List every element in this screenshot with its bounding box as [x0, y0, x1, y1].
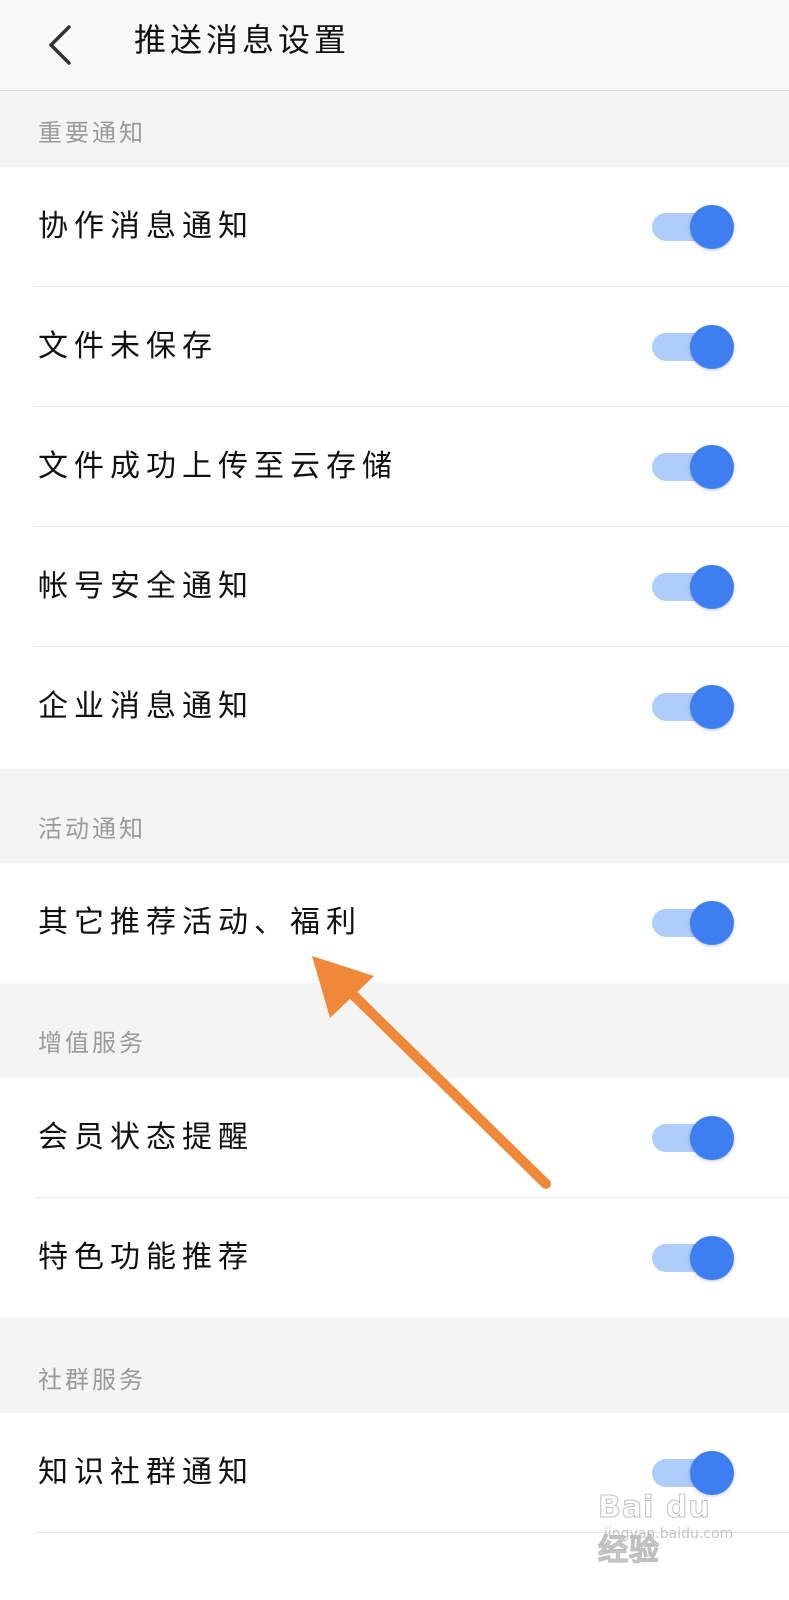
baidu-jingyan-watermark: Bai du 经验 jingyan.baidu.com [590, 1488, 740, 1569]
section-important: 协作消息通知 文件未保存 文件成功上传至云存储 帐号安全通知 企业消息通知 [0, 167, 789, 769]
annotation-arrow-icon [312, 956, 551, 1189]
toggle-switch[interactable] [652, 901, 734, 945]
section-header-activity: 活动通知 [0, 769, 789, 863]
toggle-switch[interactable] [652, 445, 734, 489]
setting-label: 协作消息通知 [38, 209, 254, 244]
watermark-sub: jingyan.baidu.com [604, 1526, 734, 1542]
setting-row-account-security[interactable]: 帐号安全通知 [0, 527, 789, 647]
setting-label: 特色功能推荐 [38, 1240, 254, 1275]
toggle-switch[interactable] [652, 205, 734, 249]
toggle-switch[interactable] [652, 1236, 734, 1280]
section-header-community: 社群服务 [0, 1318, 789, 1413]
setting-label: 文件未保存 [38, 329, 218, 364]
toggle-switch[interactable] [652, 1116, 734, 1160]
setting-label: 文件成功上传至云存储 [38, 449, 398, 484]
chevron-left-icon [49, 25, 71, 65]
section-label: 重要通知 [38, 119, 146, 147]
setting-row-file-uploaded[interactable]: 文件成功上传至云存储 [0, 407, 789, 527]
toggle-switch[interactable] [652, 565, 734, 609]
toggle-switch[interactable] [652, 325, 734, 369]
setting-label: 其它推荐活动、福利 [38, 905, 362, 940]
section-label: 活动通知 [38, 815, 146, 843]
toggle-switch[interactable] [652, 685, 734, 729]
setting-label: 会员状态提醒 [38, 1120, 254, 1155]
section-header-important: 重要通知 [0, 91, 789, 167]
setting-row-enterprise-message[interactable]: 企业消息通知 [0, 647, 789, 767]
section-label: 社群服务 [38, 1366, 146, 1394]
setting-row-collab-message[interactable]: 协作消息通知 [0, 167, 789, 287]
setting-label: 帐号安全通知 [38, 569, 254, 604]
setting-row-file-unsaved[interactable]: 文件未保存 [0, 287, 789, 407]
setting-row-feature-recommend[interactable]: 特色功能推荐 [0, 1198, 789, 1318]
toggle-switch[interactable] [652, 1451, 734, 1495]
app-header: 推送消息设置 [0, 0, 789, 91]
section-label: 增值服务 [38, 1029, 146, 1057]
setting-label: 企业消息通知 [38, 689, 254, 724]
page-title: 推送消息设置 [134, 21, 351, 59]
setting-label: 知识社群通知 [38, 1455, 254, 1490]
back-button[interactable] [30, 15, 90, 75]
